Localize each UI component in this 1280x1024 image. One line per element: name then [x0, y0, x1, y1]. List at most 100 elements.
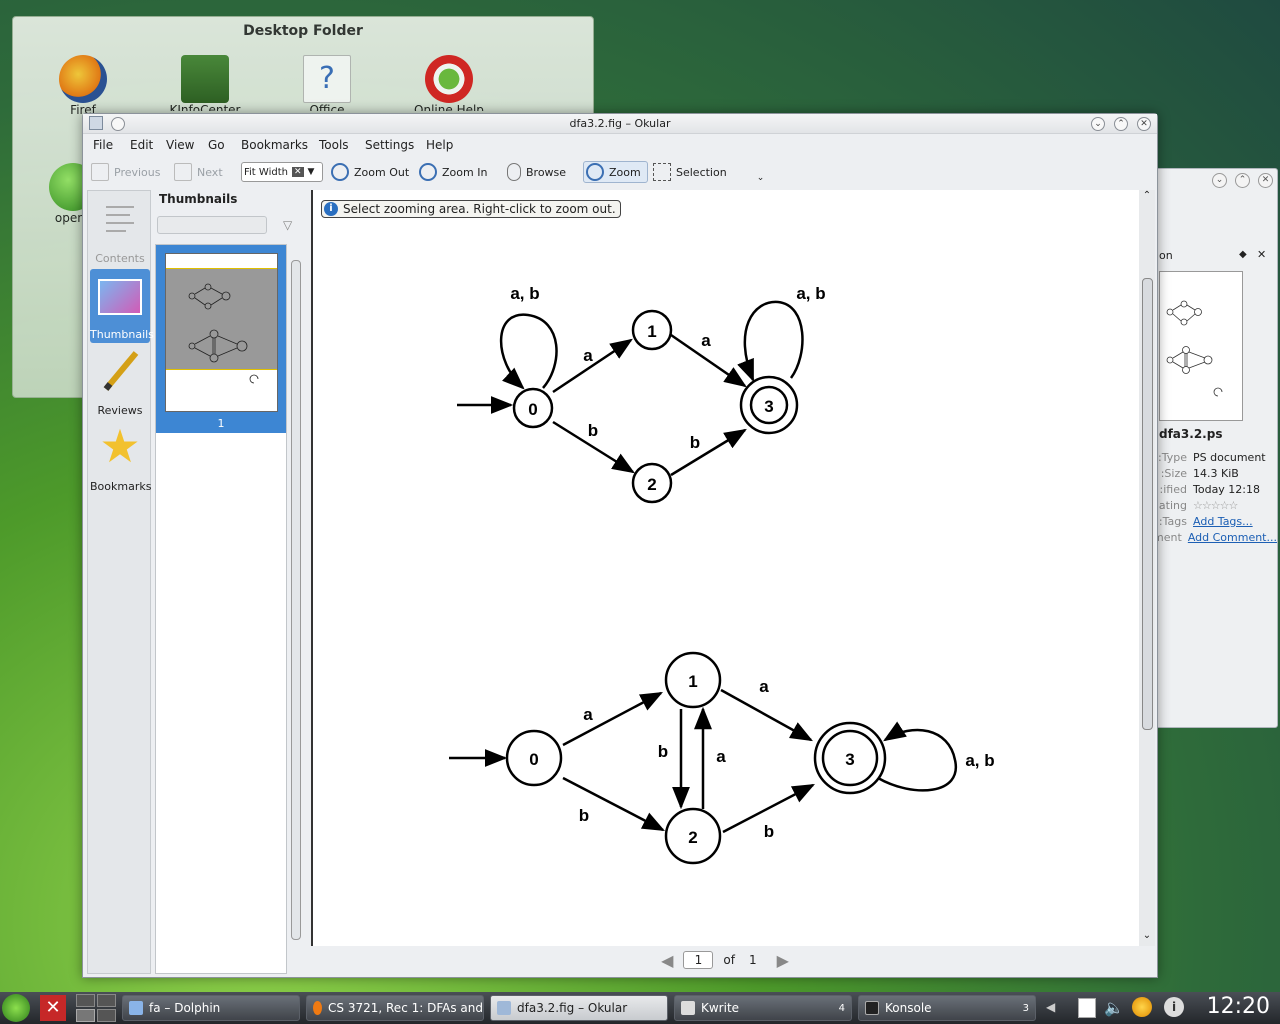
scroll-thumb[interactable] — [1142, 278, 1153, 730]
info-row-tags: Tags: Add Tags... — [1153, 515, 1277, 531]
sidebar-item-contents[interactable]: Contents — [90, 193, 150, 267]
panel-close-icon[interactable]: ✕ — [1257, 248, 1266, 261]
okular-window[interactable]: dfa3.2.fig – Okular ⌄ ⌃ ✕ File Edit View… — [82, 113, 1158, 978]
close-widget-icon[interactable]: ✕ — [40, 995, 66, 1021]
document-scrollbar[interactable]: ⌃ ⌄ — [1139, 190, 1155, 946]
rating-stars[interactable]: ☆☆☆☆☆ — [1193, 499, 1238, 515]
add-comment-link[interactable]: Add Comment... — [1188, 531, 1277, 547]
menu-settings[interactable]: Settings — [365, 138, 414, 152]
dfa2-label-e02: b — [579, 806, 589, 825]
volume-icon[interactable]: 🔈 — [1104, 998, 1124, 1017]
next-page-icon[interactable]: ▶ — [777, 951, 789, 970]
sidebar-item-thumbnails[interactable]: Thumbnails — [90, 269, 154, 343]
clear-icon[interactable]: ✕ — [291, 167, 304, 177]
arrow-left-icon — [91, 163, 109, 181]
close-icon[interactable]: ✕ — [1137, 117, 1151, 131]
desktop-icon-online-help[interactable]: Online Help — [409, 55, 489, 111]
clock[interactable]: 12:20 — [1207, 994, 1270, 1019]
dfa1-label-e13: a — [701, 331, 711, 350]
minimize-icon[interactable]: ⌄ — [1091, 117, 1105, 131]
desktop-icon-office[interactable]: ? Office — [287, 55, 367, 111]
menu-bookmarks[interactable]: Bookmarks — [241, 138, 308, 152]
add-tags-link[interactable]: Add Tags... — [1193, 515, 1253, 531]
zoom-in-button[interactable]: Zoom In — [419, 161, 487, 183]
firefox-icon — [59, 55, 107, 103]
main-toolbar: Previous Next Fit Width ✕ ▼ Zoom Out Zoo… — [83, 157, 1157, 185]
konsole-window-count: 3 — [1022, 1002, 1029, 1014]
preview-diagram — [1166, 300, 1223, 397]
thumbnail-item-selected[interactable]: 1 — [156, 245, 286, 433]
updater-icon[interactable] — [1132, 997, 1152, 1017]
next-button[interactable]: Next — [174, 161, 223, 183]
dfa1-state-0: 0 — [528, 400, 537, 419]
info-row-rating[interactable]: ating:☆☆☆☆☆ — [1153, 499, 1277, 515]
clipboard-icon[interactable] — [1078, 998, 1096, 1018]
thumbnail-scrollbar[interactable] — [289, 252, 303, 972]
background-dolphin-window[interactable]: ⌄ ⌃ ✕ on ◆ ✕ dfa3.2.ps Type: PS document … — [1140, 168, 1278, 728]
pencil-icon — [103, 351, 139, 391]
dfa2-state-1: 1 — [688, 672, 697, 691]
menu-edit[interactable]: Edit — [130, 138, 153, 152]
task-konsole[interactable]: Konsole 3 — [858, 995, 1036, 1021]
task-kwrite[interactable]: Kwrite 4 — [674, 995, 852, 1021]
task-firefox[interactable]: CS 3721, Rec 1: DFAs and — [306, 995, 484, 1021]
dfa1-state-2: 2 — [647, 475, 656, 494]
info-row-comment: ment:Add Comment... — [1153, 531, 1277, 547]
chevron-down-icon[interactable]: ▼ — [308, 167, 315, 177]
maximize-icon[interactable]: ⌃ — [1235, 173, 1250, 188]
browse-button[interactable]: Browse — [507, 161, 566, 183]
filter-icon[interactable]: ▽ — [283, 218, 292, 232]
selection-button[interactable]: Selection ⌄ — [653, 161, 764, 183]
chevron-down-icon[interactable]: ⌄ — [757, 173, 765, 183]
document-view[interactable]: i Select zooming area. Right-click to zo… — [311, 190, 1139, 946]
previous-page-icon[interactable]: ◀ — [661, 951, 673, 970]
menu-go[interactable]: Go — [208, 138, 225, 152]
scroll-up-icon[interactable]: ⌃ — [1139, 190, 1155, 204]
desktop-icon-firefox[interactable]: Firef — [43, 55, 123, 117]
title-bar[interactable]: dfa3.2.fig – Okular ⌄ ⌃ ✕ — [83, 114, 1157, 134]
thumbnail-list[interactable]: 1 — [155, 244, 287, 974]
thumbnail-diagram — [188, 283, 259, 384]
tray-expand-icon[interactable]: ◀ — [1046, 1000, 1055, 1014]
dfa1-label-loop3: a, b — [796, 284, 825, 303]
arrow-right-icon — [174, 163, 192, 181]
thumbnail-page[interactable] — [165, 253, 278, 412]
zoom-mode-select[interactable]: Fit Width ✕ ▼ — [241, 162, 323, 182]
thumbnail-page-number: 1 — [217, 417, 225, 430]
dfa2-label-e21: a — [716, 747, 726, 766]
file-info-panel: Type: PS document Size: 14.3 KiB ified: Tod… — [1153, 451, 1277, 547]
page-number-input[interactable]: 1 — [683, 951, 714, 969]
menu-view[interactable]: View — [166, 138, 194, 152]
menu-tools[interactable]: Tools — [319, 138, 349, 152]
firefox-icon — [313, 1001, 323, 1015]
minimize-icon[interactable]: ⌄ — [1212, 173, 1227, 188]
dfa1-state-3: 3 — [764, 397, 773, 416]
magnifier-icon — [586, 163, 604, 181]
notifications-icon[interactable]: i — [1164, 997, 1184, 1017]
menu-help[interactable]: Help — [426, 138, 453, 152]
sidebar-item-reviews[interactable]: Reviews — [90, 345, 150, 419]
dfa2-state-3: 3 — [845, 750, 854, 769]
kinfocenter-icon — [181, 55, 229, 103]
close-icon[interactable]: ✕ — [1258, 173, 1273, 188]
task-dolphin[interactable]: fa – Dolphin — [122, 995, 300, 1021]
previous-button[interactable]: Previous — [91, 161, 161, 183]
task-okular[interactable]: dfa3.2.fig – Okular — [490, 995, 668, 1021]
taskbar: ✕ fa – Dolphin CS 3721, Rec 1: DFAs and … — [0, 992, 1280, 1024]
folder-icon — [129, 1001, 143, 1015]
desktop-pager[interactable] — [76, 994, 116, 1022]
selection-icon — [653, 163, 671, 181]
zoom-out-button[interactable]: Zoom Out — [331, 161, 409, 183]
scroll-down-icon[interactable]: ⌄ — [1139, 930, 1155, 944]
dfa1-label-e02: b — [588, 421, 598, 440]
window-title: dfa3.2.fig – Okular — [569, 117, 671, 130]
zoom-tool-button[interactable]: Zoom — [583, 161, 648, 183]
sidebar-item-bookmarks[interactable]: ★ Bookmarks — [90, 421, 151, 495]
start-menu-icon[interactable] — [2, 994, 30, 1022]
menu-bar: File Edit View Go Bookmarks Tools Settin… — [83, 135, 1157, 155]
desktop-icon-kinfocenter[interactable]: KInfoCenter — [165, 55, 245, 111]
panel-float-icon[interactable]: ◆ — [1239, 249, 1247, 260]
maximize-icon[interactable]: ⌃ — [1114, 117, 1128, 131]
thumbnail-search-input[interactable] — [157, 216, 267, 234]
menu-file[interactable]: File — [93, 138, 113, 152]
